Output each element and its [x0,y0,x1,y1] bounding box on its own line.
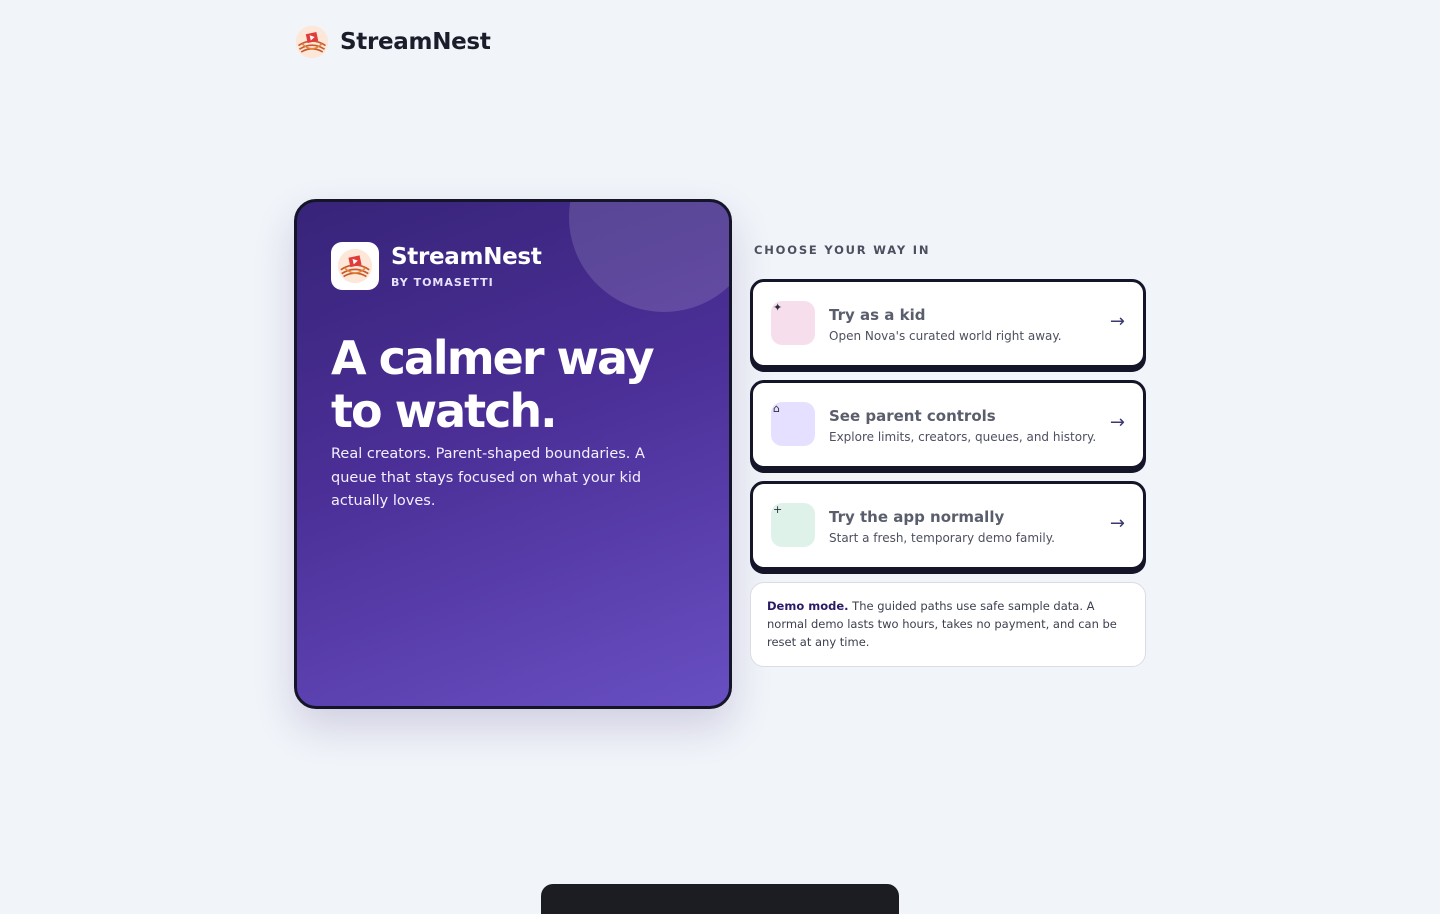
hero-byline: BY TOMASETTI [391,275,494,289]
arrow-right-icon: → [1109,513,1125,534]
option-subtitle: Explore limits, creators, queues, and hi… [829,430,1097,444]
hero-title: A calmer way to watch. [331,331,655,438]
plus-glyph: + [773,503,783,516]
demo-mode-label: Demo mode. [767,599,849,613]
sparkle-glyph: ✦ [773,301,783,314]
sparkle-icon: ✦ [771,301,815,345]
arrow-right-icon: → [1109,311,1125,332]
plus-icon: + [771,503,815,547]
option-subtitle: Start a fresh, temporary demo family. [829,531,1055,545]
hero-brand-text: StreamNest BY TOMASETTI [391,244,542,289]
hero-brand-name: StreamNest [391,243,542,270]
streamnest-logo-icon [337,248,373,284]
decorative-circle [569,202,729,312]
home-icon: ⌂ [771,402,815,446]
brand-name[interactable]: StreamNest [340,29,491,55]
option-text: See parent controls Explore limits, crea… [829,407,1096,444]
option-title: See parent controls [829,407,996,425]
option-text: Try the app normally Start a fresh, temp… [829,508,1055,545]
parent-controls-button[interactable]: ⌂ See parent controls Explore limits, cr… [750,380,1146,469]
demo-mode-note: Demo mode. The guided paths use safe sam… [750,582,1146,667]
streamnest-logo-icon[interactable] [294,24,330,60]
hero-logo [331,242,379,290]
option-title: Try the app normally [829,508,1005,526]
home-glyph: ⌂ [773,402,780,415]
option-subtitle: Open Nova's curated world right away. [829,329,1062,343]
option-text: Try as a kid Open Nova's curated world r… [829,306,1062,343]
bottom-toolbar[interactable] [541,884,899,914]
option-title: Try as a kid [829,306,926,324]
arrow-right-icon: → [1109,412,1125,433]
hero-brand: StreamNest BY TOMASETTI [331,242,542,290]
hero-description: Real creators. Parent-shaped boundaries.… [331,446,645,509]
choose-label: CHOOSE YOUR WAY IN [754,243,931,257]
try-as-kid-button[interactable]: ✦ Try as a kid Open Nova's curated world… [750,279,1146,368]
hero-card: StreamNest BY TOMASETTI A calmer way to … [294,199,732,709]
top-header: StreamNest [294,24,491,60]
try-app-normally-button[interactable]: + Try the app normally Start a fresh, te… [750,481,1146,570]
